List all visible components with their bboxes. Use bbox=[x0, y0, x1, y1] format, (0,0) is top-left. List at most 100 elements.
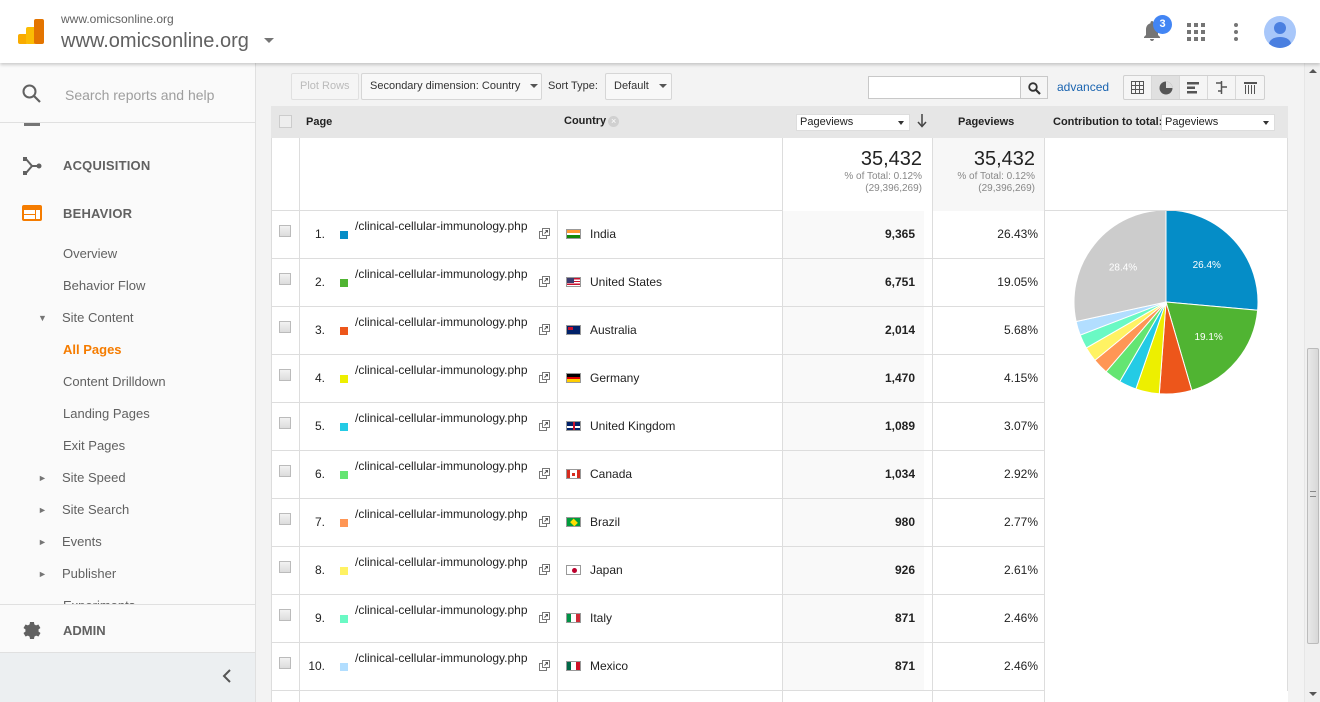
row-checkbox[interactable] bbox=[279, 465, 291, 477]
page-link[interactable]: /clinical-cellular-immunology.php bbox=[355, 555, 537, 569]
table-view-button[interactable] bbox=[1124, 76, 1152, 99]
external-link-icon[interactable] bbox=[539, 228, 550, 239]
sort-descending-icon[interactable] bbox=[917, 114, 927, 128]
sidebar-item-label[interactable]: Overview bbox=[63, 246, 117, 261]
page-scrollbar[interactable] bbox=[1304, 63, 1320, 702]
external-link-icon[interactable] bbox=[539, 516, 550, 527]
page-link[interactable]: /clinical-cellular-immunology.php bbox=[355, 267, 537, 281]
pie-view-button[interactable] bbox=[1152, 76, 1180, 99]
collapse-sidebar-button[interactable] bbox=[0, 652, 255, 702]
apps-grid-icon[interactable] bbox=[1187, 23, 1205, 41]
sidebar-item-label[interactable]: All Pages bbox=[63, 342, 122, 357]
table-row[interactable]: 5. /clinical-cellular-immunology.php Unite… bbox=[271, 403, 1045, 451]
column-header-country[interactable]: Country × bbox=[564, 115, 620, 127]
scroll-up-icon[interactable] bbox=[1309, 69, 1317, 73]
expand-right-icon[interactable]: ► bbox=[38, 505, 47, 515]
sidebar-item-label[interactable]: Behavior Flow bbox=[63, 278, 145, 293]
pivot-view-button[interactable] bbox=[1236, 76, 1264, 99]
metric-dropdown[interactable]: Pageviews bbox=[796, 114, 910, 131]
country-link[interactable]: India bbox=[590, 227, 616, 241]
plot-rows-button[interactable]: Plot Rows bbox=[291, 73, 359, 100]
row-checkbox[interactable] bbox=[279, 417, 291, 429]
external-link-icon[interactable] bbox=[539, 660, 550, 671]
sidebar-search[interactable]: Search reports and help bbox=[0, 63, 255, 123]
row-checkbox[interactable] bbox=[279, 609, 291, 621]
expand-right-icon[interactable]: ► bbox=[38, 473, 47, 483]
country-link[interactable]: Mexico bbox=[590, 659, 628, 673]
notification-badge[interactable]: 3 bbox=[1153, 15, 1172, 34]
table-row[interactable]: 7. /clinical-cellular-immunology.php Brazi… bbox=[271, 499, 1045, 547]
country-link[interactable]: Canada bbox=[590, 467, 632, 481]
sidebar-item-label[interactable]: Site Speed bbox=[62, 470, 126, 485]
row-checkbox[interactable] bbox=[279, 225, 291, 237]
page-link[interactable]: /clinical-cellular-immunology.php bbox=[355, 459, 537, 473]
external-link-icon[interactable] bbox=[539, 612, 550, 623]
sort-type-dropdown[interactable]: Default bbox=[605, 73, 672, 100]
country-link[interactable]: Japan bbox=[590, 563, 623, 577]
row-checkbox[interactable] bbox=[279, 321, 291, 333]
page-link[interactable]: /clinical-cellular-immunology.php bbox=[355, 315, 537, 329]
row-checkbox[interactable] bbox=[279, 513, 291, 525]
table-row[interactable]: 2. /clinical-cellular-immunology.php Unite… bbox=[271, 259, 1045, 307]
column-header-page[interactable]: Page bbox=[306, 116, 332, 128]
country-link[interactable]: Italy bbox=[590, 611, 612, 625]
table-row[interactable]: 3. /clinical-cellular-immunology.php Austr… bbox=[271, 307, 1045, 355]
external-link-icon[interactable] bbox=[539, 564, 550, 575]
row-checkbox[interactable] bbox=[279, 657, 291, 669]
chevron-left-icon[interactable] bbox=[222, 669, 232, 683]
page-link[interactable]: /clinical-cellular-immunology.php bbox=[355, 411, 537, 425]
table-row[interactable]: 9. /clinical-cellular-immunology.php Italy… bbox=[271, 595, 1045, 643]
external-link-icon[interactable] bbox=[539, 324, 550, 335]
row-checkbox[interactable] bbox=[279, 561, 291, 573]
country-link[interactable]: Brazil bbox=[590, 515, 620, 529]
chevron-down-icon[interactable] bbox=[264, 38, 274, 43]
sidebar-section-admin[interactable]: ADMIN bbox=[0, 604, 255, 652]
secondary-dimension-dropdown[interactable]: Secondary dimension: Country bbox=[361, 73, 542, 100]
row-checkbox[interactable] bbox=[279, 273, 291, 285]
column-header-pageviews[interactable]: Pageviews bbox=[958, 116, 1014, 128]
remove-dimension-icon[interactable]: × bbox=[608, 115, 620, 127]
external-link-icon[interactable] bbox=[539, 276, 550, 287]
sidebar-item-label[interactable]: Site Search bbox=[62, 502, 129, 517]
expand-right-icon[interactable]: ► bbox=[38, 537, 47, 547]
country-link[interactable]: Germany bbox=[590, 371, 639, 385]
select-all-checkbox[interactable] bbox=[279, 115, 292, 128]
property-selector[interactable]: www.omicsonline.org bbox=[61, 30, 249, 53]
table-row[interactable]: 8. /clinical-cellular-immunology.php Japan… bbox=[271, 547, 1045, 595]
sidebar-item-label[interactable]: Exit Pages bbox=[63, 438, 125, 453]
page-link[interactable]: /clinical-cellular-immunology.php bbox=[355, 507, 537, 521]
more-vert-icon[interactable] bbox=[1233, 23, 1239, 41]
country-link[interactable]: United States bbox=[590, 275, 662, 289]
table-row[interactable]: 10. /clinical-cellular-immunology.php Mexi… bbox=[271, 643, 1045, 691]
sidebar-item-label[interactable]: Events bbox=[62, 534, 102, 549]
page-link[interactable]: /clinical-cellular-immunology.php bbox=[355, 363, 537, 377]
scroll-down-icon[interactable] bbox=[1309, 692, 1317, 696]
sidebar-item-label[interactable]: Content Drilldown bbox=[63, 374, 166, 389]
sidebar-item-label[interactable]: Landing Pages bbox=[63, 406, 150, 421]
table-filter-search-button[interactable] bbox=[1020, 76, 1048, 99]
page-link[interactable]: /clinical-cellular-immunology.php bbox=[355, 651, 537, 665]
table-row[interactable]: 6. /clinical-cellular-immunology.php Canad… bbox=[271, 451, 1045, 499]
contribution-dropdown[interactable]: Pageviews bbox=[1161, 114, 1275, 131]
external-link-icon[interactable] bbox=[539, 372, 550, 383]
analytics-logo[interactable] bbox=[18, 19, 44, 45]
scrollbar-thumb[interactable] bbox=[1307, 348, 1319, 644]
table-row[interactable]: 4. /clinical-cellular-immunology.php Germa… bbox=[271, 355, 1045, 403]
country-link[interactable]: Australia bbox=[590, 323, 637, 337]
sidebar-item-label[interactable]: Site Content bbox=[62, 310, 134, 325]
table-row[interactable]: 1. /clinical-cellular-immunology.php India… bbox=[271, 211, 1045, 259]
expand-right-icon[interactable]: ► bbox=[38, 569, 47, 579]
sidebar-section-acquisition[interactable]: ACQUISITION bbox=[0, 150, 255, 180]
external-link-icon[interactable] bbox=[539, 420, 550, 431]
row-checkbox[interactable] bbox=[279, 369, 291, 381]
bar-view-button[interactable] bbox=[1180, 76, 1208, 99]
external-link-icon[interactable] bbox=[539, 468, 550, 479]
country-link[interactable]: United Kingdom bbox=[590, 419, 675, 433]
page-link[interactable]: /clinical-cellular-immunology.php bbox=[355, 219, 537, 233]
advanced-filter-link[interactable]: advanced bbox=[1057, 80, 1109, 94]
expand-down-icon[interactable]: ▼ bbox=[38, 313, 47, 323]
comparison-view-button[interactable] bbox=[1208, 76, 1236, 99]
page-link[interactable]: /clinical-cellular-immunology.php bbox=[355, 603, 537, 617]
search-input[interactable]: Search reports and help bbox=[65, 87, 214, 103]
avatar[interactable] bbox=[1264, 16, 1296, 48]
